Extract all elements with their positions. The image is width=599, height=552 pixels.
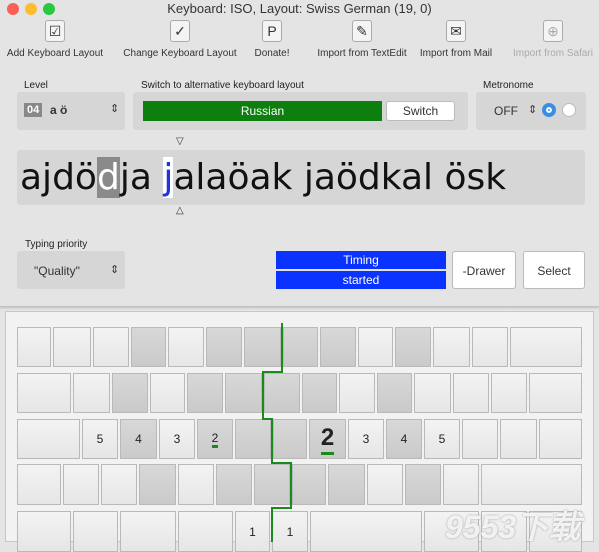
watermark: 9553下载 [445, 509, 581, 545]
hand-divider-line [262, 323, 292, 542]
